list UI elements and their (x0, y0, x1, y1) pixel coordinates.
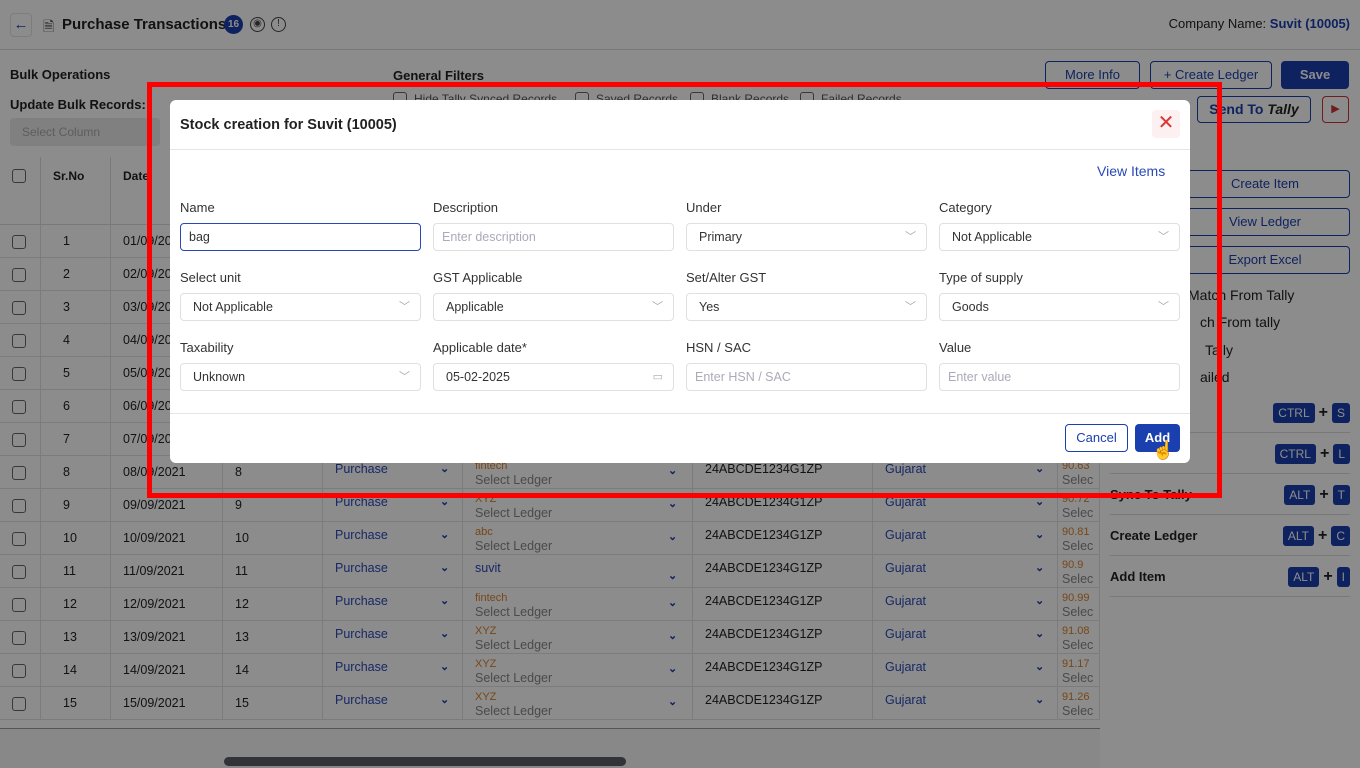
set-alter-gst-select[interactable]: Yes ﹀ (686, 293, 927, 321)
close-icon[interactable]: ✕ (1152, 110, 1180, 138)
type-of-supply-select[interactable]: Goods ﹀ (939, 293, 1180, 321)
description-label: Description (433, 200, 499, 215)
name-field[interactable]: bag (180, 223, 421, 251)
chevron-down-icon: ﹀ (1158, 231, 1169, 243)
gst-applicable-select[interactable]: Applicable ﹀ (433, 293, 674, 321)
value-label: Value (939, 340, 972, 355)
chevron-down-icon: ﹀ (399, 301, 410, 313)
chevron-down-icon: ﹀ (399, 371, 410, 383)
set-alter-gst-label: Set/Alter GST (686, 270, 767, 285)
taxability-label: Taxability (180, 340, 234, 355)
modal-title: Stock creation for Suvit (10005) (180, 117, 397, 133)
value-field[interactable]: Enter value (939, 363, 1180, 391)
calendar-icon: ▭ (652, 371, 663, 383)
chevron-down-icon: ﹀ (905, 231, 916, 243)
applicable-date-value: 05-02-2025 (446, 370, 510, 384)
modal-header: Stock creation for Suvit (10005) ✕ (170, 100, 1190, 150)
description-value: Enter description (442, 230, 536, 244)
select-unit-select[interactable]: Not Applicable ﹀ (180, 293, 421, 321)
set-alter-gst-value: Yes (699, 300, 720, 314)
applicable-date-label: Applicable date* (433, 340, 527, 355)
name-value: bag (189, 230, 210, 244)
description-field[interactable]: Enter description (433, 223, 674, 251)
gst-applicable-label: GST Applicable (433, 270, 523, 285)
select-unit-value: Not Applicable (193, 300, 273, 314)
taxability-value: Unknown (193, 370, 246, 384)
cancel-button[interactable]: Cancel (1065, 424, 1128, 452)
taxability-select[interactable]: Unknown ﹀ (180, 363, 421, 391)
hand-cursor-icon: ☝ (1152, 440, 1175, 460)
chevron-down-icon: ﹀ (652, 301, 663, 313)
applicable-date-field[interactable]: 05-02-2025 ▭ (433, 363, 674, 391)
hsn-sac-value: Enter HSN / SAC (695, 370, 791, 384)
category-value: Not Applicable (952, 230, 1032, 244)
category-select[interactable]: Not Applicable ﹀ (939, 223, 1180, 251)
under-label: Under (686, 200, 722, 215)
name-label: Name (180, 200, 215, 215)
under-value: Primary (699, 230, 743, 244)
stock-creation-modal: Stock creation for Suvit (10005) ✕ View … (170, 100, 1190, 463)
gst-applicable-value: Applicable (446, 300, 504, 314)
under-select[interactable]: Primary ﹀ (686, 223, 927, 251)
hsn-sac-field[interactable]: Enter HSN / SAC (686, 363, 927, 391)
hsn-sac-label: HSN / SAC (686, 340, 752, 355)
type-of-supply-label: Type of supply (939, 270, 1023, 285)
type-of-supply-value: Goods (952, 300, 989, 314)
select-unit-label: Select unit (180, 270, 241, 285)
modal-footer (170, 413, 1190, 414)
chevron-down-icon: ﹀ (1158, 301, 1169, 313)
chevron-down-icon: ﹀ (905, 301, 916, 313)
view-items-link[interactable]: View Items (1097, 163, 1165, 179)
value-value: Enter value (948, 370, 1012, 384)
category-label: Category (939, 200, 992, 215)
